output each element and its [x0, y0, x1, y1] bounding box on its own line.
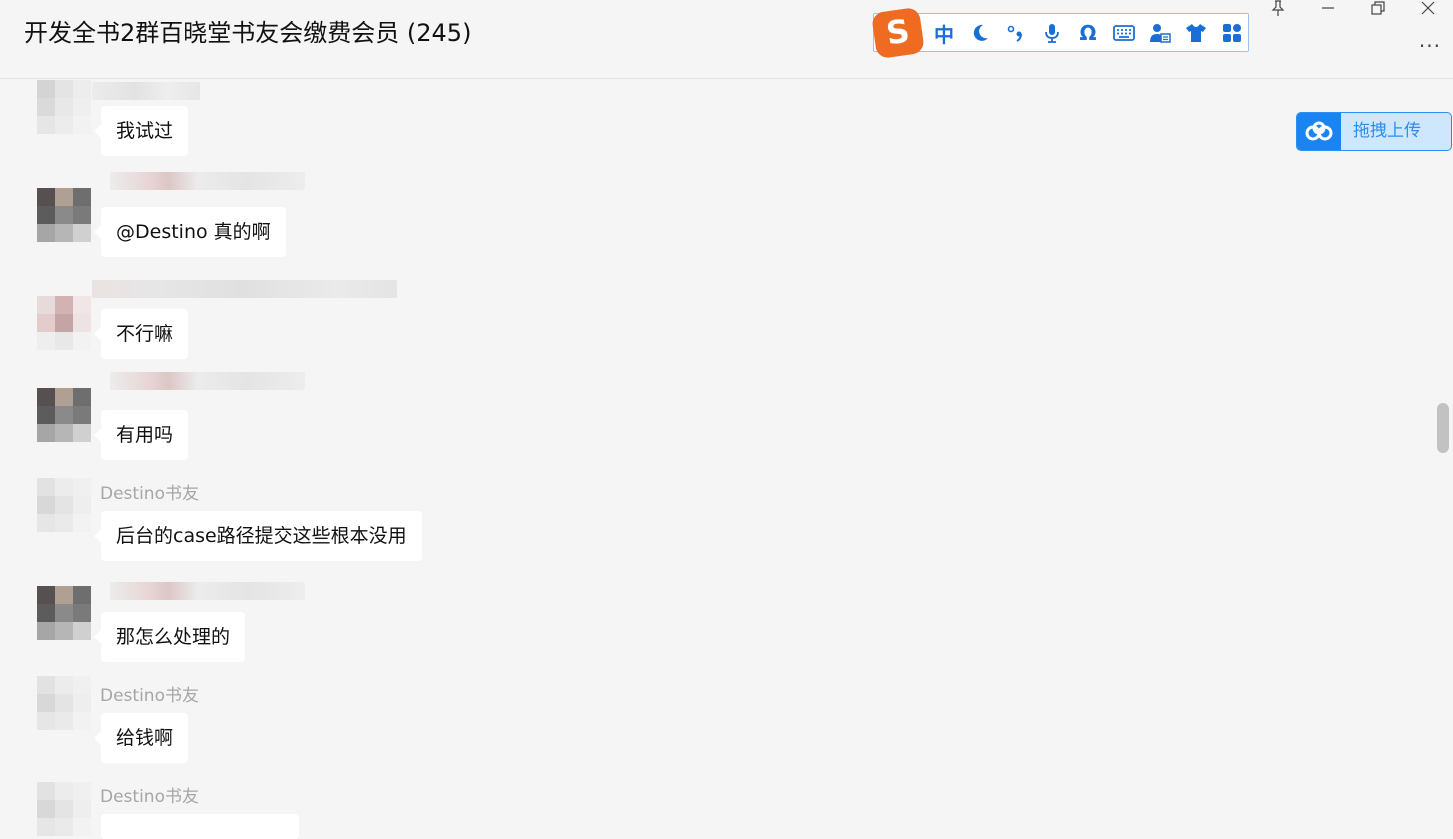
- message-bubble[interactable]: 后台的case路径提交这些根本没用: [94, 511, 422, 561]
- avatar[interactable]: [37, 188, 91, 242]
- sender-name[interactable]: Destino书友: [100, 782, 199, 807]
- sender-name-blurred: [110, 372, 305, 390]
- restore-icon: [1371, 1, 1385, 15]
- drag-upload-label: 拖拽上传: [1353, 121, 1421, 141]
- message-bubble[interactable]: @Destino 真的啊: [94, 207, 286, 257]
- sender-name[interactable]: Destino书友: [100, 479, 199, 504]
- message-bubble[interactable]: 那怎么处理的: [93, 612, 246, 662]
- message-bubble[interactable]: 我试过: [93, 106, 189, 156]
- ime-toolbar: S 中 Ω: [871, 6, 1250, 60]
- avatar[interactable]: [37, 388, 91, 442]
- moon-icon[interactable]: [962, 18, 998, 48]
- close-icon: [1421, 1, 1435, 15]
- pin-button[interactable]: [1258, 0, 1298, 20]
- minimize-icon: [1322, 7, 1334, 9]
- user-card-icon[interactable]: [1142, 18, 1178, 48]
- sogou-logo-icon[interactable]: S: [871, 6, 925, 60]
- omega-icon[interactable]: Ω: [1070, 18, 1106, 48]
- keyboard-icon[interactable]: [1106, 18, 1142, 48]
- avatar[interactable]: [37, 296, 91, 350]
- more-options-button[interactable]: ···: [1419, 34, 1441, 58]
- restore-button[interactable]: [1358, 0, 1398, 20]
- chinese-mode-icon[interactable]: 中: [926, 18, 962, 48]
- sender-name-blurred: [110, 172, 305, 190]
- sender-name[interactable]: Destino书友: [100, 681, 199, 706]
- minimize-button[interactable]: [1308, 0, 1348, 20]
- apps-icon[interactable]: [1214, 18, 1250, 48]
- message-bubble[interactable]: [101, 814, 299, 839]
- baidu-cloud-icon: [1297, 113, 1341, 150]
- avatar[interactable]: [37, 782, 91, 836]
- avatar[interactable]: [37, 586, 91, 640]
- sender-name-blurred: [92, 280, 397, 298]
- sender-name-blurred: [92, 82, 200, 100]
- message-bubble[interactable]: 给钱啊: [93, 713, 189, 763]
- avatar[interactable]: [37, 80, 91, 134]
- chat-scrollbar-thumb[interactable]: [1437, 403, 1449, 453]
- pin-icon: [1271, 0, 1285, 16]
- drag-upload-button[interactable]: 拖拽上传: [1296, 112, 1452, 151]
- microphone-icon[interactable]: [1034, 18, 1070, 48]
- shirt-icon[interactable]: [1178, 18, 1214, 48]
- message-bubble[interactable]: 有用吗: [93, 410, 189, 460]
- message-bubble[interactable]: 不行嘛: [93, 309, 189, 359]
- sender-name-blurred: [110, 582, 305, 600]
- punctuation-icon[interactable]: [998, 18, 1034, 48]
- avatar[interactable]: [37, 676, 91, 730]
- avatar[interactable]: [37, 478, 91, 532]
- chat-title: 开发全书2群百晓堂书友会缴费会员 (245): [24, 19, 472, 47]
- close-button[interactable]: [1408, 0, 1448, 20]
